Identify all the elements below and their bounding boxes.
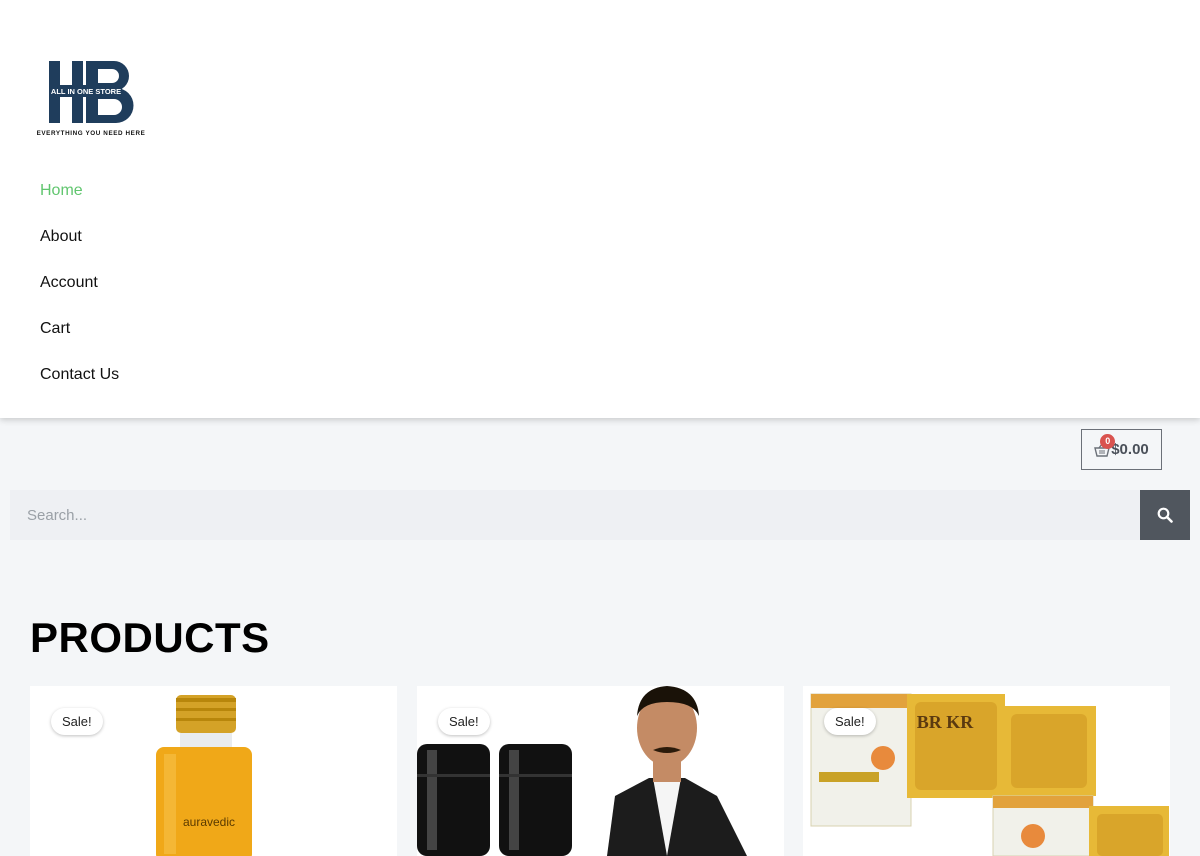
nav-item-account[interactable]: Account	[40, 274, 98, 292]
product-card[interactable]: Sale!	[417, 686, 784, 856]
basket-icon: 0	[1094, 433, 1116, 457]
nav-item-contact-us[interactable]: Contact Us	[40, 366, 119, 384]
nav-item-cart[interactable]: Cart	[40, 320, 70, 338]
search-input[interactable]	[10, 490, 1140, 540]
sale-badge: Sale!	[824, 708, 876, 735]
site-logo[interactable]: ALL IN ONE STORE EVERYTHING YOU NEED HER…	[30, 55, 152, 141]
mini-cart-button[interactable]: 0 $0.00	[1081, 429, 1162, 470]
search-icon	[1157, 507, 1173, 523]
cart-total: $0.00	[1111, 441, 1149, 458]
nav-item-about[interactable]: About	[40, 228, 82, 246]
logo-banner-text: ALL IN ONE STORE	[51, 87, 121, 96]
site-header: ALL IN ONE STORE EVERYTHING YOU NEED HER…	[0, 0, 1200, 418]
sale-badge: Sale!	[438, 708, 490, 735]
cart-count-badge: 0	[1100, 433, 1116, 449]
logo-tagline: EVERYTHING YOU NEED HERE	[37, 130, 146, 137]
product-label-auravedic: auravedic	[183, 815, 235, 829]
product-search-form	[10, 490, 1190, 540]
product-card[interactable]: Sale! auravedic	[30, 686, 397, 856]
product-card[interactable]: Sale! BR KR	[803, 686, 1170, 856]
nav-item-home[interactable]: Home	[40, 182, 83, 200]
sale-badge: Sale!	[51, 708, 103, 735]
product-label-br-kr: BR KR	[917, 712, 975, 732]
search-button[interactable]	[1140, 490, 1190, 540]
products-heading: PRODUCTS	[30, 614, 270, 661]
